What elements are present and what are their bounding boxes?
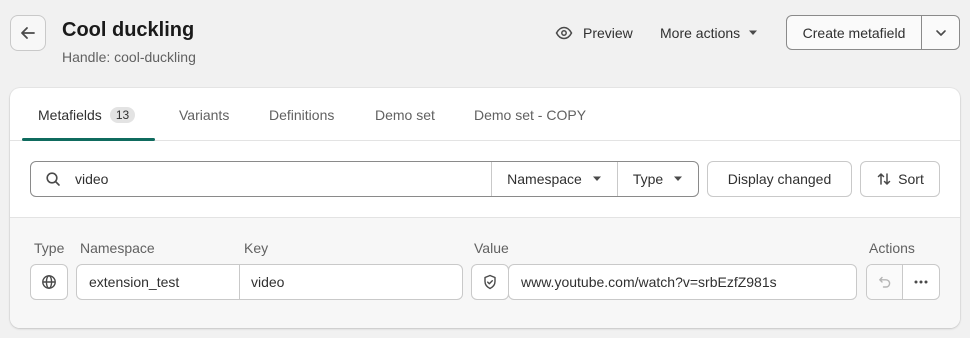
caret-down-icon (674, 176, 683, 181)
create-options-button[interactable] (922, 16, 959, 49)
tab-metafields[interactable]: Metafields 13 (38, 107, 136, 123)
preview-label: Preview (583, 25, 633, 41)
more-row-actions-button[interactable] (903, 265, 939, 299)
sort-icon (877, 173, 891, 185)
shield-icon (484, 274, 496, 290)
tab-demo-set[interactable]: Demo set (375, 107, 435, 123)
globe-icon (42, 275, 56, 289)
sort-button[interactable]: Sort (860, 161, 940, 197)
tab-label: Metafields (38, 107, 102, 123)
tab-demo-set-copy[interactable]: Demo set - COPY (474, 107, 586, 123)
more-actions-button[interactable]: More actions (660, 23, 758, 43)
arrow-left-icon (21, 27, 35, 39)
undo-icon (878, 276, 890, 288)
row-actions (866, 264, 940, 300)
create-metafield-group: Create metafield (786, 15, 960, 50)
tab-label: Demo set - COPY (474, 107, 587, 123)
tab-variants[interactable]: Variants (179, 107, 229, 123)
column-header-value: Value (474, 240, 509, 256)
namespace-filter-label: Namespace (507, 171, 582, 187)
value-validation-indicator[interactable] (471, 264, 509, 300)
key-field[interactable]: video (239, 264, 463, 300)
tab-definitions[interactable]: Definitions (269, 107, 334, 123)
tab-label: Definitions (269, 107, 335, 123)
sort-label: Sort (898, 171, 924, 187)
column-header-namespace: Namespace (80, 240, 155, 256)
chevron-down-icon (935, 29, 946, 36)
column-header-type: Type (34, 240, 65, 256)
preview-button[interactable]: Preview (555, 23, 633, 43)
value-field[interactable]: www.youtube.com/watch?v=srbEzfZ981s (508, 264, 857, 300)
undo-button[interactable] (867, 265, 903, 299)
search-icon (46, 172, 60, 186)
page-title: Cool duckling (62, 19, 195, 41)
type-selector[interactable] (30, 264, 68, 300)
tab-label: Demo set (375, 107, 435, 123)
type-filter-button[interactable]: Type (618, 162, 698, 196)
display-changed-button[interactable]: Display changed (707, 161, 852, 197)
tab-label: Variants (179, 107, 230, 123)
page-handle: Handle: cool-duckling (62, 49, 196, 65)
tab-bar: Metafields 13 Variants Definitions Demo … (10, 88, 960, 141)
metafields-card: Metafields 13 Variants Definitions Demo … (10, 88, 960, 328)
type-filter-label: Type (632, 171, 664, 187)
caret-down-icon (749, 30, 758, 35)
search-field (31, 162, 492, 196)
count-badge: 13 (109, 107, 136, 123)
filter-bar: Namespace Type (30, 161, 699, 197)
back-button[interactable] (10, 15, 46, 51)
caret-down-icon (592, 176, 601, 181)
create-metafield-button[interactable]: Create metafield (787, 16, 922, 49)
search-input[interactable] (75, 171, 455, 187)
active-tab-indicator (22, 138, 155, 141)
namespace-field[interactable]: extension_test (76, 264, 240, 300)
more-actions-label: More actions (660, 25, 741, 41)
namespace-filter-button[interactable]: Namespace (492, 162, 618, 196)
ellipsis-icon (914, 280, 928, 284)
column-header-key: Key (244, 240, 269, 256)
eye-icon (555, 26, 573, 40)
column-header-actions: Actions (869, 240, 915, 256)
